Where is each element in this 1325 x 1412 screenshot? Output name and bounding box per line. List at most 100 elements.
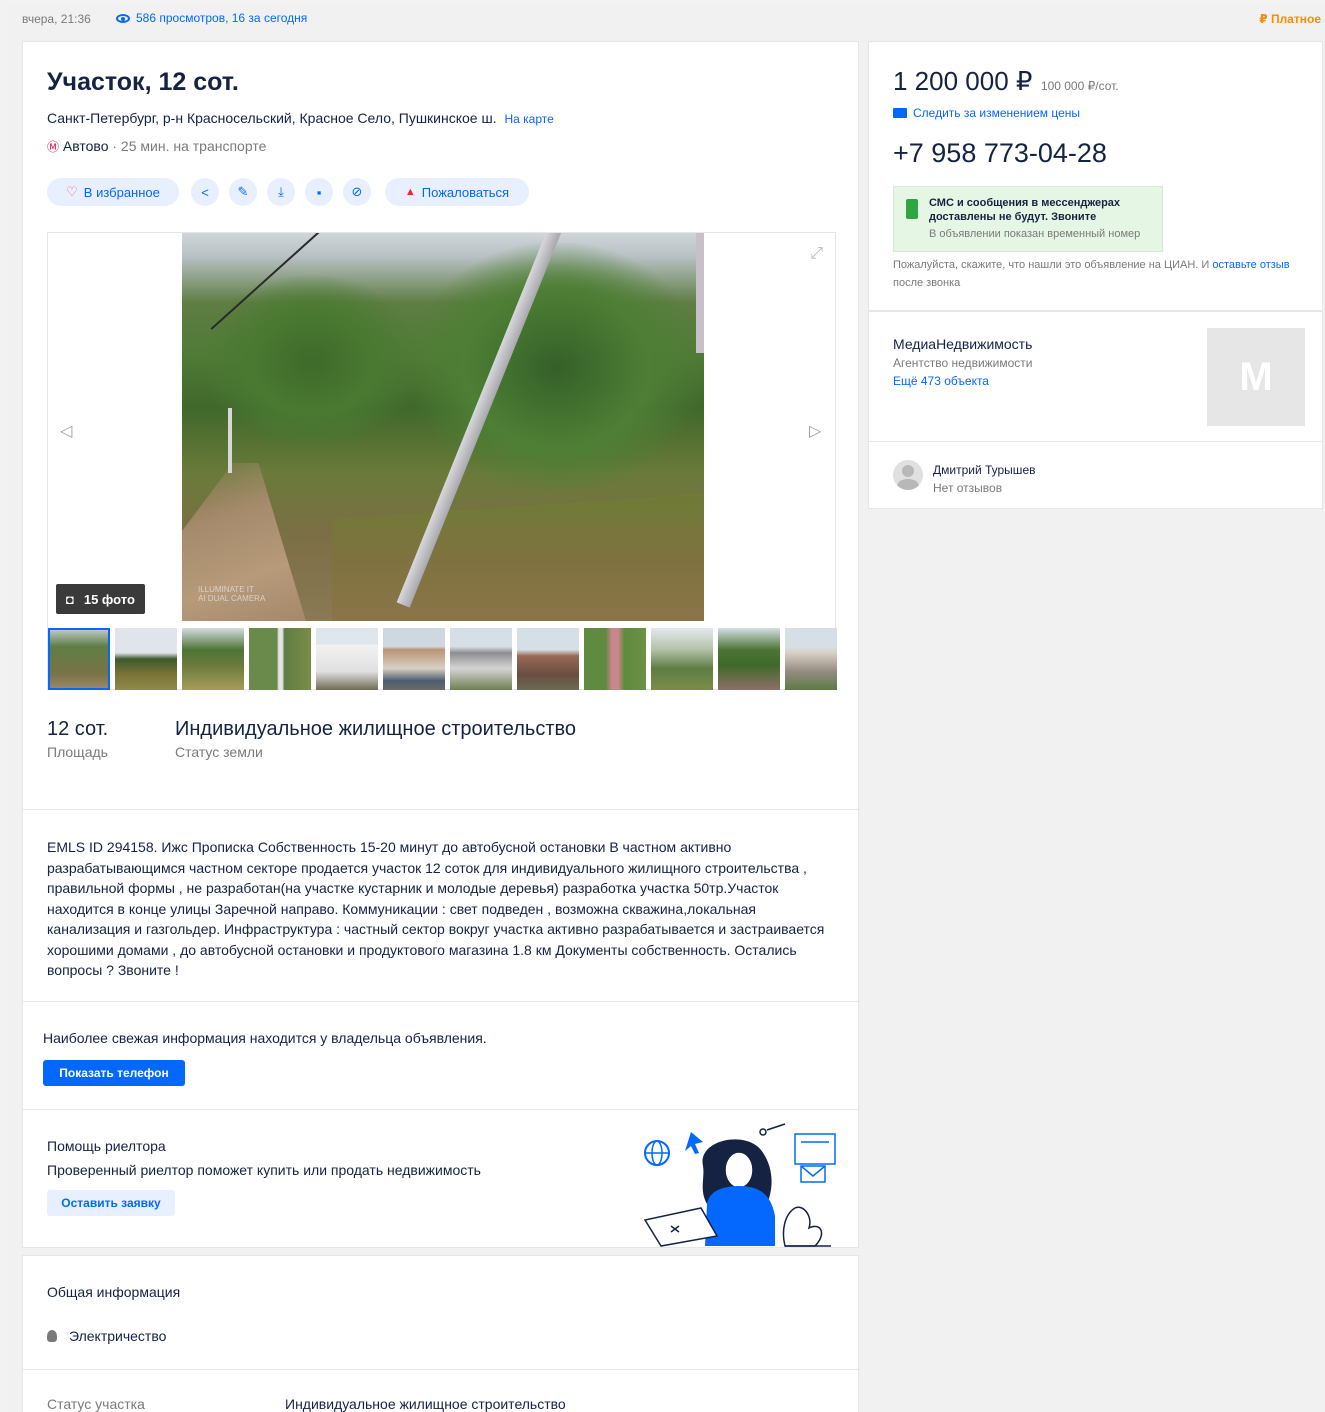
thumbnail[interactable] (249, 628, 311, 690)
agent-name[interactable]: Дмитрий Турышев (933, 463, 1036, 477)
divider (23, 809, 860, 810)
temporary-number-notice: СМС и сообщения в мессенджерах доставлен… (893, 186, 1163, 252)
publish-date: вчера, 21:36 (22, 12, 91, 26)
general-info-title: Общая информация (47, 1284, 181, 1300)
agency-card: МедиаНедвижимость Агентство недвижимости… (868, 311, 1323, 442)
agent-reviews: Нет отзывов (933, 481, 1003, 495)
views-counter[interactable]: 586 просмотров, 16 за сегодня (116, 11, 307, 25)
description: EMLS ID 294158. Ижс Прописка Собственнос… (47, 839, 825, 978)
agency-more-link[interactable]: Ещё 473 объекта (893, 374, 989, 388)
map-link[interactable]: На карте (504, 112, 553, 126)
agency-logo[interactable]: M (1207, 328, 1305, 426)
follow-price-link[interactable]: Следить за изменением цены (893, 106, 1080, 120)
thumbnail[interactable] (718, 628, 780, 690)
fact-land-status: Индивидуальное жилищное строительство Ст… (175, 718, 576, 760)
main-photo[interactable]: ILLUMINATE IT AI DUAL CAMERA (182, 233, 704, 621)
photo-grass (332, 493, 704, 621)
phone-number[interactable]: +7 958 773-04-28 (893, 138, 1107, 169)
camera-icon: ◘ (66, 591, 74, 607)
favorite-label: В избранное (83, 184, 160, 200)
watermark-line2: AI DUAL CAMERA (198, 594, 266, 603)
agent-avatar[interactable] (893, 460, 923, 490)
general-info-card: Общая информация Электричество Статус уч… (22, 1255, 860, 1412)
phone-icon (906, 199, 918, 219)
plot-status-value: Индивидуальное жилищное строительство (285, 1396, 566, 1412)
heart-icon: ♡ (66, 184, 78, 199)
thumbnail[interactable] (48, 628, 110, 690)
expand-icon[interactable]: ⤢ (810, 245, 823, 263)
photo-gallery: ILLUMINATE IT AI DUAL CAMERA ◁ ▷ ⤢ ◘ 15 … (47, 232, 837, 690)
agency-type: Агентство недвижимости (893, 356, 1033, 370)
ruble-icon: ₽ (1259, 12, 1268, 26)
notice-line1: СМС и сообщения в мессенджерах (929, 197, 1121, 209)
report-label: Пожаловаться (421, 184, 510, 200)
agent-card: Дмитрий Турышев Нет отзывов (868, 441, 1323, 509)
divider (23, 1001, 860, 1002)
show-phone-button[interactable]: Показать телефон (43, 1060, 185, 1086)
page: вчера, 21:36 586 просмотров, 16 за сегод… (8, 4, 1325, 1412)
listing-title: Участок, 12 сот. (47, 68, 239, 96)
realtor-subtitle: Проверенный риелтор поможет купить или п… (47, 1162, 481, 1178)
agency-name[interactable]: МедиаНедвижимость (893, 336, 1032, 352)
prev-photo-icon[interactable]: ◁ (60, 421, 74, 440)
hide-button[interactable]: ⊘ (343, 178, 371, 206)
edit-button[interactable]: ✎ (229, 178, 257, 206)
eye-off-icon: ⊘ (351, 184, 363, 199)
general-info-item-label: Электричество (69, 1328, 167, 1344)
thumbnail[interactable] (316, 628, 378, 690)
metro-station[interactable]: Автово (63, 138, 109, 154)
listing-main-card: Участок, 12 сот. Санкт-Петербург, р-н Кр… (22, 41, 860, 1250)
photo-trees-left (202, 273, 422, 453)
divider (23, 1109, 860, 1110)
owner-info-text: Наиболее свежая информация находится у в… (43, 1030, 487, 1046)
thumbnail[interactable] (584, 628, 646, 690)
divider (23, 1369, 860, 1370)
photo-pole-right (696, 233, 704, 353)
metro-icon: Ⓜ (47, 140, 60, 154)
eye-icon (116, 13, 130, 23)
share-icon: < (201, 184, 209, 200)
thumbnail[interactable] (182, 628, 244, 690)
thumbnail[interactable] (651, 628, 713, 690)
next-photo-icon[interactable]: ▷ (809, 421, 823, 440)
leave-review-link[interactable]: оставьте отзыв (1212, 259, 1289, 271)
general-info-item: Электричество (47, 1328, 166, 1344)
envelope-icon (893, 108, 907, 118)
thumbnail-strip (48, 628, 837, 690)
pencil-icon: ✎ (237, 184, 249, 199)
leave-request-button[interactable]: Оставить заявку (47, 1190, 175, 1216)
photos-count-badge[interactable]: ◘ 15 фото (56, 584, 145, 614)
thumbnail[interactable] (450, 628, 512, 690)
realtor-illustration (635, 1120, 845, 1250)
share-button[interactable]: < (191, 178, 219, 206)
cian-hint: Пожалуйста, скажите, что нашли это объяв… (893, 256, 1293, 292)
person-icon-body (897, 479, 919, 490)
paid-label: Платное (1270, 12, 1321, 26)
print-button[interactable]: ▪ (305, 178, 333, 206)
fact-land-status-value: Индивидуальное жилищное строительство (175, 718, 577, 740)
price-block: 1 200 000 ₽ 100 000 ₽/сот. (893, 66, 1119, 97)
thumbnail[interactable] (115, 628, 177, 690)
follow-price-label: Следить за изменением цены (913, 106, 1081, 120)
download-button[interactable]: ⤓ (267, 178, 295, 206)
fact-area-label: Площадь (47, 744, 108, 760)
report-button[interactable]: ▲ Пожаловаться (385, 178, 529, 206)
photos-count: 15 фото (83, 591, 135, 607)
price-card: 1 200 000 ₽ 100 000 ₽/сот. Следить за из… (868, 41, 1323, 311)
cian-hint-text: Пожалуйста, скажите, что нашли это объяв… (893, 259, 1213, 271)
favorite-button[interactable]: ♡ В избранное (47, 178, 179, 206)
fact-area: 12 сот. Площадь (47, 718, 108, 760)
photo-watermark: ILLUMINATE IT AI DUAL CAMERA (198, 585, 265, 603)
paid-badge: ₽ Платное (1259, 12, 1321, 26)
top-bar: вчера, 21:36 586 просмотров, 16 за сегод… (8, 4, 1325, 32)
warning-icon: ▲ (404, 186, 416, 198)
realtor-title: Помощь риелтора (47, 1138, 166, 1154)
thumbnail[interactable] (383, 628, 445, 690)
person-icon (902, 465, 914, 477)
thumbnail[interactable] (517, 628, 579, 690)
price: 1 200 000 ₽ (893, 66, 1033, 96)
thumbnail[interactable] (785, 628, 837, 690)
realtor-illustration-svg (643, 1123, 836, 1247)
fact-area-value: 12 сот. (47, 718, 109, 740)
price-per-unit: 100 000 ₽/сот. (1040, 79, 1119, 93)
